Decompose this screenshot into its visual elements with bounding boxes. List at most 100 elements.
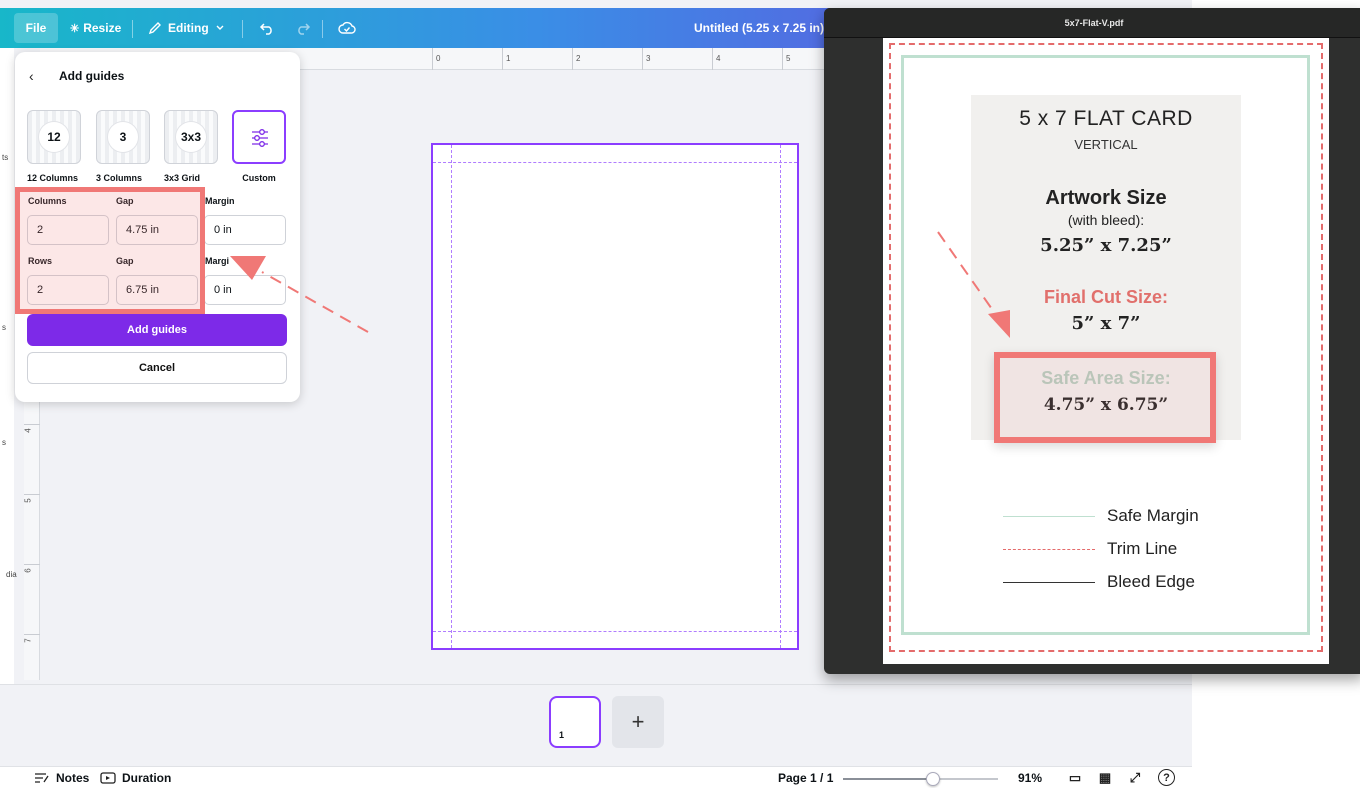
ruler-label: 4 [23, 428, 33, 433]
ruler-tick [24, 494, 40, 495]
notes-icon [35, 773, 49, 783]
side-panel-strip: ts s s dia [0, 48, 17, 768]
ruler-tick [24, 564, 40, 565]
toolbar-divider [242, 20, 243, 38]
ruler-label: 3 [646, 54, 651, 63]
cloud-check-icon [338, 21, 356, 34]
pencil-icon [148, 22, 161, 35]
side-label: s [2, 438, 6, 447]
rows-margin-label: Margi [205, 256, 230, 266]
duration-button[interactable]: Duration [100, 767, 171, 788]
preset-badge: 3x3 [176, 122, 206, 152]
add-page-button[interactable]: + [612, 696, 664, 748]
artwork-size-label: Artwork Size [1045, 187, 1167, 209]
zoom-slider[interactable] [843, 772, 998, 786]
zoom-value[interactable]: 91% [1018, 767, 1042, 788]
resize-button[interactable]: ✳ Resize [70, 8, 121, 48]
fullscreen-icon[interactable]: ⤢ [1126, 769, 1144, 787]
ruler-tick [572, 48, 573, 70]
legend-label: Bleed Edge [1107, 572, 1195, 591]
panel-title: Add guides [59, 69, 125, 83]
preset-custom[interactable] [232, 110, 286, 164]
file-label: File [25, 21, 47, 35]
guide-line[interactable] [451, 145, 452, 648]
pdf-page: 5 x 7 FLAT CARD VERTICAL Artwork Size (w… [883, 38, 1329, 664]
toolbar-divider [322, 20, 323, 38]
help-icon[interactable]: ? [1158, 769, 1175, 786]
guide-line[interactable] [780, 145, 781, 648]
artwork-size-value: 5.25” x 7.25” [1040, 235, 1172, 256]
back-chevron-icon[interactable]: ‹ [29, 68, 34, 84]
pdf-window-title: 5x7-Flat-V.pdf [824, 8, 1360, 38]
preset-label: 3 Columns [96, 173, 143, 183]
save-status-button[interactable] [336, 8, 358, 48]
card-heading: 5 x 7 FLAT CARD [1019, 107, 1193, 130]
highlight-box [15, 187, 205, 314]
card-subheading: VERTICAL [1074, 137, 1138, 152]
legend-bleed-edge: Bleed Edge [1003, 572, 1195, 592]
notes-button[interactable]: Notes [34, 767, 89, 788]
add-guides-button[interactable]: Add guides [27, 314, 287, 346]
zoom-slider-fill [843, 778, 933, 780]
page-thumbnail[interactable]: 1 [549, 696, 601, 748]
guide-line[interactable] [433, 631, 797, 632]
editing-mode-button[interactable]: Editing [148, 8, 225, 48]
ruler-tick [782, 48, 783, 70]
side-label: s [2, 323, 6, 332]
play-icon [100, 772, 116, 784]
ruler-tick [24, 424, 40, 425]
cut-size-label: Final Cut Size: [1043, 287, 1168, 307]
design-page[interactable] [431, 143, 799, 650]
zoom-slider-handle[interactable] [925, 772, 940, 786]
preset-3x3-grid[interactable]: 3x3 [164, 110, 218, 164]
page-indicator: Page 1 / 1 [778, 771, 834, 785]
ruler-label: 5 [786, 54, 791, 63]
redo-icon [298, 23, 311, 35]
preset-3-columns[interactable]: 3 [96, 110, 150, 164]
ruler-label: 2 [576, 54, 581, 63]
ruler-label: 0 [436, 54, 441, 63]
file-menu-button[interactable]: File [14, 13, 58, 43]
undo-button[interactable] [256, 8, 278, 48]
ruler-label: 7 [23, 638, 33, 643]
side-label: dia [6, 570, 17, 579]
legend-safe-margin: Safe Margin [1003, 506, 1199, 526]
legend-label: Safe Margin [1107, 506, 1199, 525]
rows-margin-input[interactable]: 0 in [204, 275, 286, 305]
toolbar-divider [132, 20, 133, 38]
preset-label: 3x3 Grid [164, 173, 201, 183]
sliders-icon [252, 129, 268, 147]
chevron-down-icon [216, 25, 224, 30]
redo-button[interactable] [292, 8, 314, 48]
legend-swatch [1003, 515, 1095, 517]
preset-label: Custom [242, 173, 276, 183]
columns-margin-input[interactable]: 0 in [204, 215, 286, 245]
ruler-label: 5 [23, 498, 33, 503]
pages-view-icon[interactable]: ▭ [1066, 769, 1084, 787]
guide-line[interactable] [433, 162, 797, 163]
notes-label: Notes [56, 771, 90, 785]
ruler-label: 4 [716, 54, 721, 63]
legend-swatch [1003, 581, 1095, 583]
preset-12-columns[interactable]: 12 [27, 110, 81, 164]
cancel-button[interactable]: Cancel [27, 352, 287, 384]
bottom-bar: Notes Duration Page 1 / 1 91% ▭ ▦ ⤢ ? [0, 766, 1192, 788]
legend-swatch [1003, 548, 1095, 550]
ruler-tick [502, 48, 503, 70]
pdf-viewer-window: 5x7-Flat-V.pdf 5 x 7 FLAT CARD VERTICAL … [824, 8, 1360, 674]
grid-view-icon[interactable]: ▦ [1096, 769, 1114, 787]
plus-icon: + [631, 709, 645, 734]
columns-margin-label: Margin [205, 196, 235, 206]
ruler-label: 6 [23, 568, 33, 573]
ruler-label: 1 [506, 54, 511, 63]
editing-label: Editing [168, 21, 209, 35]
undo-icon [259, 23, 272, 35]
side-label: ts [2, 153, 9, 162]
ruler-tick [432, 48, 433, 70]
duration-label: Duration [122, 771, 172, 785]
preset-badge: 12 [39, 122, 69, 152]
ruler-tick [712, 48, 713, 70]
legend-trim-line: Trim Line [1003, 539, 1177, 559]
document-title[interactable]: Untitled (5.25 x 7.25 in) [640, 8, 824, 48]
cut-size-value: 5” x 7” [1071, 313, 1141, 334]
